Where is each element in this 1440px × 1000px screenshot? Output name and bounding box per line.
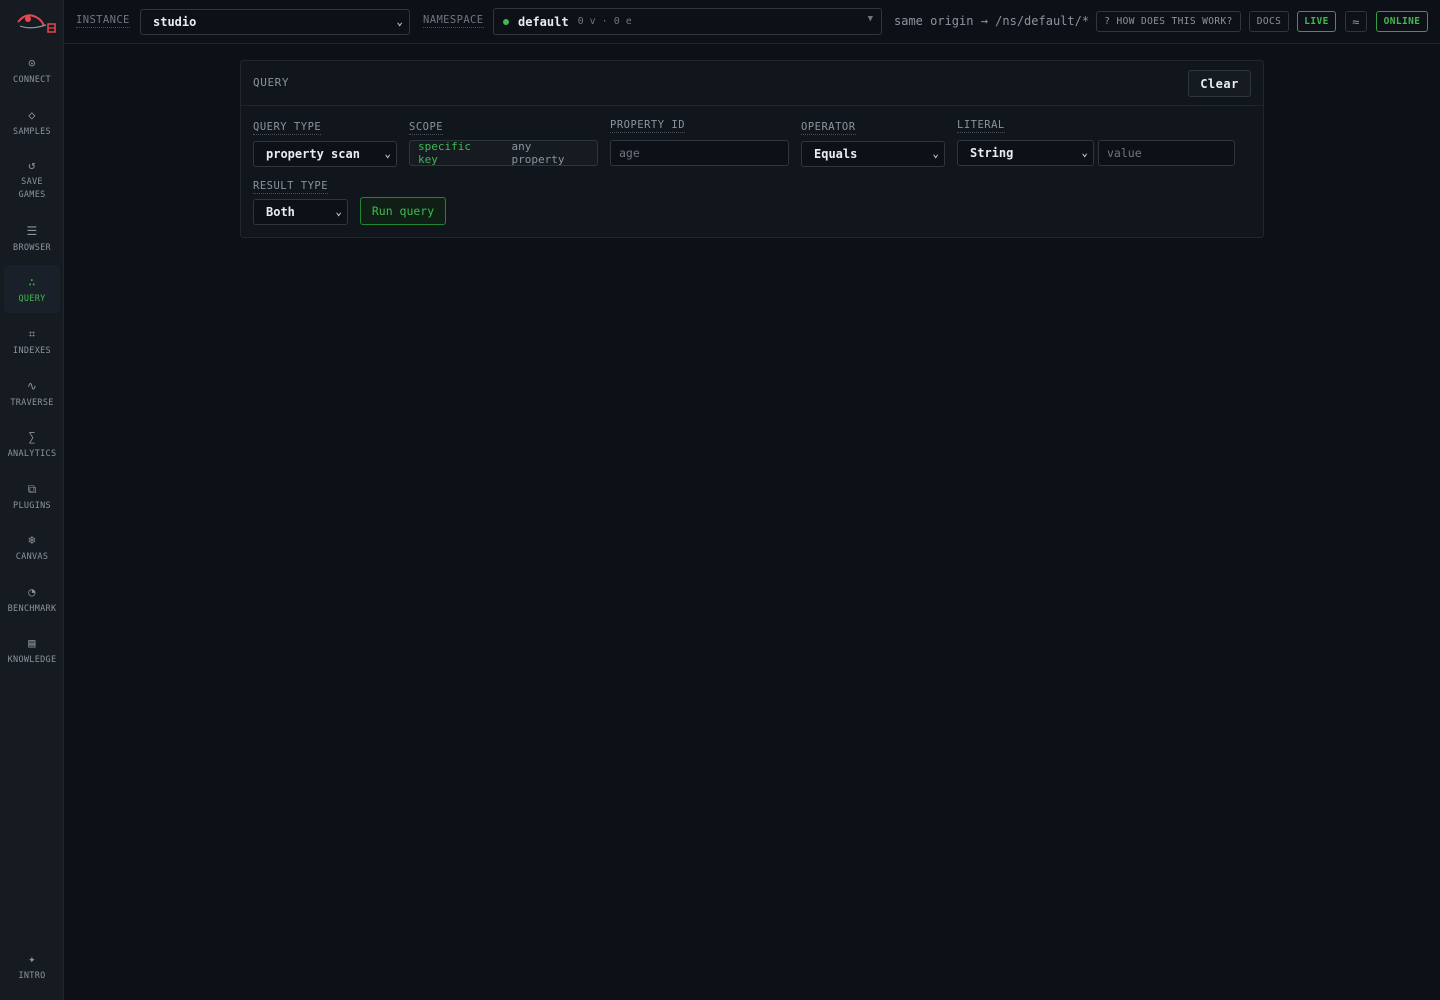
plugin-icon: ⧉ — [27, 482, 37, 496]
chevron-down-icon: ⌄ — [384, 147, 391, 160]
query-type-value: property scan — [266, 147, 360, 161]
query-panel-header: QUERY Clear — [241, 61, 1263, 106]
dots-icon: ∴ — [28, 275, 36, 289]
list-icon: ☰ — [26, 224, 38, 238]
nav-label: INDEXES — [13, 346, 51, 356]
nav-label: QUERY — [18, 294, 46, 304]
nav-label: INTRO — [18, 971, 46, 981]
nav-query[interactable]: ∴ QUERY — [4, 265, 60, 313]
caret-down-icon: ▼ — [867, 14, 873, 24]
literal-value-input[interactable]: value — [1098, 140, 1235, 166]
property-id-placeholder: age — [619, 146, 640, 160]
docs-button[interactable]: DOCS — [1249, 11, 1289, 32]
scope-option-any-property[interactable]: any property — [504, 140, 598, 166]
run-query-button[interactable]: Run query — [360, 197, 446, 225]
app-logo — [8, 8, 58, 36]
literal-type-value: String — [970, 146, 1014, 160]
operator-value: Equals — [814, 147, 858, 161]
chevron-down-icon: ⌄ — [335, 205, 342, 218]
theme-toggle[interactable]: ≈ — [1345, 11, 1367, 32]
instance-select[interactable]: studio ⌄ — [140, 9, 410, 35]
query-type-label: QUERY TYPE — [253, 121, 322, 135]
nav-label: KNOWLEDGE — [7, 655, 57, 665]
operator-select[interactable]: Equals ⌄ — [801, 141, 945, 167]
namespace-status-dot — [503, 18, 509, 25]
run-query-label: Run query — [371, 204, 435, 218]
target-icon: ⊙ — [28, 56, 36, 70]
docs-label: DOCS — [1256, 16, 1282, 27]
chevron-down-icon: ⌄ — [932, 147, 939, 160]
nav-label: TRAVERSE — [10, 398, 54, 408]
live-label: LIVE — [1304, 16, 1329, 27]
nav-plugins[interactable]: ⧉ PLUGINS — [4, 476, 60, 518]
nav-browser[interactable]: ☰ BROWSER — [4, 218, 60, 260]
chevron-down-icon: ⌄ — [1081, 146, 1088, 159]
nav-knowledge[interactable]: ▤ KNOWLEDGE — [4, 630, 60, 672]
operator-label: OPERATOR — [801, 121, 856, 135]
top-bar: INSTANCE studio ⌄ NAMESPACE default 0 v … — [64, 0, 1440, 44]
nav-intro[interactable]: ✦ INTRO — [4, 946, 60, 988]
nav-label: CANVAS — [15, 552, 49, 562]
namespace-label: NAMESPACE — [423, 14, 484, 28]
nav-indexes[interactable]: ⌗ INDEXES — [4, 321, 60, 363]
scope-label: SCOPE — [409, 121, 444, 135]
nav-label: CONNECT — [13, 75, 51, 85]
result-type-value: Both — [266, 205, 295, 219]
book-icon: ▤ — [28, 636, 36, 650]
wave-icon: ∿ — [26, 379, 38, 393]
clear-label: Clear — [1200, 76, 1239, 91]
nav-label: PLUGINS — [13, 501, 51, 511]
instance-label: INSTANCE — [76, 14, 130, 28]
panel-title: QUERY — [253, 76, 290, 89]
gauge-icon: ◔ — [28, 585, 36, 599]
sparkle-icon: ✦ — [28, 952, 36, 966]
route-text: same origin → /ns/default/* — [894, 14, 1090, 28]
online-status-badge: ONLINE — [1376, 11, 1428, 32]
nav-label: SAMPLES — [13, 127, 51, 137]
query-type-select[interactable]: property scan ⌄ — [253, 141, 397, 167]
snowflake-icon: ❄ — [28, 533, 36, 547]
property-id-label: PROPERTY ID — [610, 119, 686, 133]
nav-canvas[interactable]: ❄ CANVAS — [4, 527, 60, 569]
nav-label: ANALYTICS — [7, 449, 57, 459]
refresh-icon: ↺ — [28, 158, 36, 172]
sidebar: ⊙ CONNECT ◇ SAMPLES ↺ SAVE GAMES ☰ BROWS… — [0, 0, 64, 1000]
nav-analytics[interactable]: ∑ ANALYTICS — [4, 424, 60, 466]
help-label: ? HOW DOES THIS WORK? — [1104, 16, 1233, 27]
nav-samples[interactable]: ◇ SAMPLES — [4, 102, 60, 144]
literal-type-select[interactable]: String ⌄ — [957, 140, 1094, 166]
namespace-select[interactable]: default 0 v · 0 e ▼ — [493, 8, 882, 35]
clear-button[interactable]: Clear — [1188, 70, 1251, 97]
instance-value: studio — [153, 15, 197, 29]
scope-option-specific-key[interactable]: specific key — [410, 140, 504, 166]
literal-label: LITERAL — [957, 119, 1005, 133]
literal-value-placeholder: value — [1107, 146, 1142, 160]
result-type-select[interactable]: Both ⌄ — [253, 199, 348, 225]
nav-label: SAVE GAMES — [18, 177, 46, 200]
sigma-icon: ∑ — [28, 430, 36, 444]
live-toggle[interactable]: LIVE — [1297, 11, 1336, 32]
nav-save-games[interactable]: ↺ SAVE GAMES — [4, 152, 60, 208]
grid-icon: ⌗ — [28, 327, 36, 341]
waves-icon: ≈ — [1352, 14, 1360, 29]
help-button[interactable]: ? HOW DOES THIS WORK? — [1096, 11, 1241, 32]
online-label: ONLINE — [1383, 16, 1421, 27]
namespace-counts: 0 v · 0 e — [577, 16, 632, 27]
nav-label: BROWSER — [13, 243, 51, 253]
diamond-icon: ◇ — [28, 108, 36, 122]
scope-toggle: specific key any property — [409, 140, 598, 166]
nav-benchmark[interactable]: ◔ BENCHMARK — [4, 579, 60, 621]
query-panel: QUERY Clear QUERY TYPE property scan ⌄ S… — [240, 60, 1264, 238]
result-type-label: RESULT TYPE — [253, 180, 329, 194]
nav-label: BENCHMARK — [7, 604, 57, 614]
property-id-input[interactable]: age — [610, 140, 789, 166]
chevron-down-icon: ⌄ — [396, 15, 403, 28]
namespace-value: default — [518, 14, 569, 29]
nav-connect[interactable]: ⊙ CONNECT — [4, 50, 60, 92]
nav-traverse[interactable]: ∿ TRAVERSE — [4, 373, 60, 415]
